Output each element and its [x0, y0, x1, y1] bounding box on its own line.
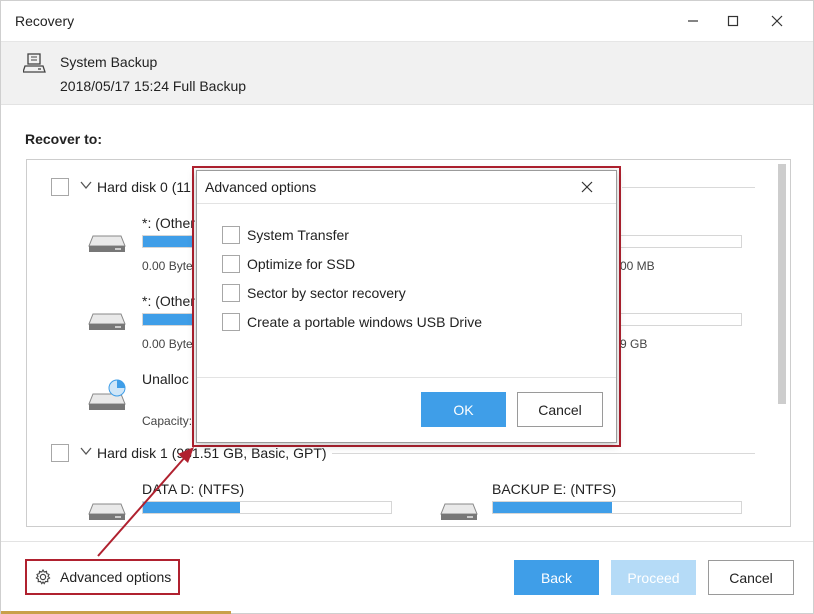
partition-usage-bar [492, 501, 742, 514]
disk-0-label: Hard disk 0 (11 [97, 179, 191, 195]
disk-1-label: Hard disk 1 (931.51 GB, Basic, GPT) [97, 445, 327, 461]
footer-divider [1, 541, 813, 542]
backup-info: 2018/05/17 15:24 Full Backup [60, 78, 247, 94]
close-icon [581, 181, 593, 193]
partition-size: 00 MB [620, 259, 655, 273]
system-transfer-label: System Transfer [247, 227, 349, 243]
partition-size: 0.00 Byte [142, 337, 193, 351]
system-transfer-checkbox[interactable] [222, 226, 240, 244]
maximize-button[interactable] [715, 7, 751, 35]
maximize-icon [727, 15, 739, 27]
minimize-button[interactable] [675, 7, 711, 35]
option-optimize-ssd[interactable]: Optimize for SSD [222, 254, 355, 274]
partition-name: *: (Other [142, 293, 195, 309]
partition-capacity: Capacity: [142, 414, 193, 428]
partition-drive-icon [88, 235, 126, 252]
cancel-button[interactable]: Cancel [708, 560, 794, 595]
advanced-options-link[interactable]: Advanced options [25, 559, 180, 595]
partition-usage-bar [620, 313, 742, 326]
partition-name: DATA D: (NTFS) [142, 481, 245, 497]
optimize-ssd-checkbox[interactable] [222, 255, 240, 273]
minimize-icon [688, 20, 698, 22]
advanced-options-dialog: Advanced options System Transfer Optimiz… [196, 170, 617, 443]
chevron-down-icon[interactable] [80, 179, 92, 194]
scrollbar-thumb[interactable] [778, 164, 786, 404]
partition-name: *: (Other [142, 215, 195, 231]
sector-by-sector-checkbox[interactable] [222, 284, 240, 302]
close-icon [771, 15, 783, 27]
close-button[interactable] [759, 7, 795, 35]
dialog-title: Advanced options [205, 179, 317, 195]
partition-size: 0.00 Byte [142, 259, 193, 273]
backup-drive-icon [23, 53, 46, 73]
partition-drive-icon [88, 503, 126, 520]
disk-0-divider [622, 187, 755, 188]
proceed-button[interactable]: Proceed [611, 560, 696, 595]
dialog-footer-divider [197, 377, 616, 378]
disk-1-checkbox[interactable] [51, 444, 69, 462]
partition-drive-icon [88, 313, 126, 330]
disk-1-divider [332, 453, 755, 454]
advanced-options-label: Advanced options [60, 569, 172, 585]
optimize-ssd-label: Optimize for SSD [247, 256, 356, 272]
portable-usb-checkbox[interactable] [222, 313, 240, 331]
back-button[interactable]: Back [514, 560, 599, 595]
partition-name: BACKUP E: (NTFS) [492, 481, 617, 497]
backup-name: System Backup [60, 54, 158, 70]
chevron-down-icon[interactable] [80, 445, 92, 460]
partition-usage-bar [620, 235, 742, 248]
option-sector-by-sector[interactable]: Sector by sector recovery [222, 283, 406, 303]
partition-usage-bar [142, 235, 194, 248]
portable-usb-label: Create a portable windows USB Drive [247, 314, 482, 330]
dialog-close-button[interactable] [572, 175, 602, 199]
ok-button[interactable]: OK [421, 392, 506, 427]
partition-size: 9 GB [620, 337, 648, 351]
window-title: Recovery [15, 13, 75, 29]
sector-by-sector-label: Sector by sector recovery [247, 285, 406, 301]
partition-usage-bar [142, 313, 194, 326]
option-portable-usb[interactable]: Create a portable windows USB Drive [222, 312, 482, 332]
partition-name: Unalloc [142, 371, 189, 387]
gear-icon [35, 569, 51, 585]
disk-0-checkbox[interactable] [51, 178, 69, 196]
unallocated-disk-icon [88, 379, 126, 410]
vertical-scrollbar[interactable] [775, 160, 790, 526]
option-system-transfer[interactable]: System Transfer [222, 225, 349, 245]
dialog-header-divider [197, 203, 616, 204]
partition-drive-icon [440, 503, 478, 520]
dialog-cancel-button[interactable]: Cancel [517, 392, 603, 427]
partition-usage-bar [142, 501, 392, 514]
title-bar: Recovery [1, 1, 813, 41]
backup-header: System Backup 2018/05/17 15:24 Full Back… [1, 41, 813, 105]
recover-to-label: Recover to: [25, 131, 103, 147]
